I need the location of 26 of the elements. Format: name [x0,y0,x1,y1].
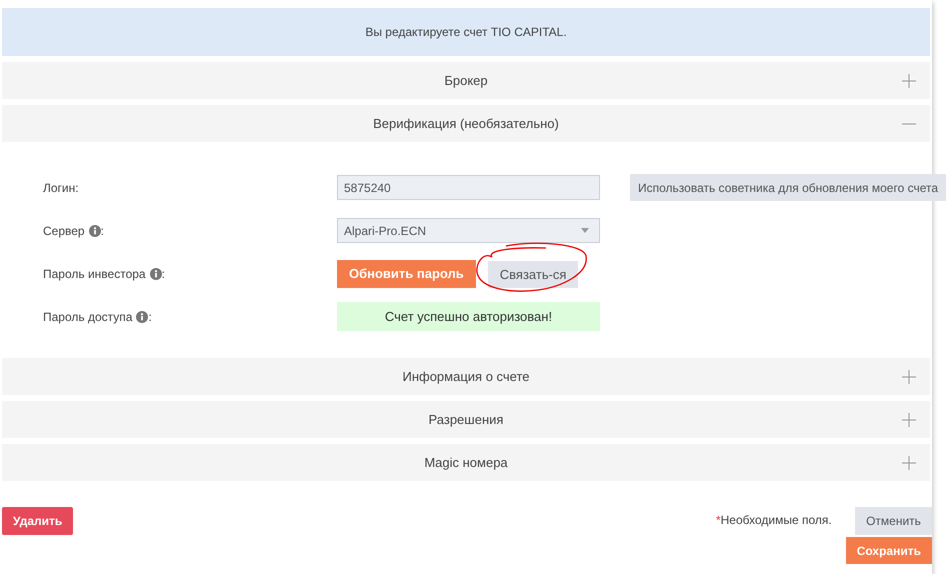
section-header[interactable]: Брокер [2,62,930,99]
section-header[interactable]: Разрешения [2,401,930,438]
delete-button[interactable]: Удалить [2,507,74,535]
status-message: Счет успешно авторизован! [337,302,600,331]
field-label: Сервер [43,224,85,238]
plus-icon[interactable] [902,370,916,384]
required-fields-note: *Необходимые поля. [716,513,832,529]
section-header[interactable]: Верификация (необязательно) [2,105,930,142]
label-colon: : [162,266,165,280]
login-field[interactable]: 5875240 [337,175,600,200]
server-select[interactable]: Alpari-Pro.ECN [337,218,600,243]
field-label: Пароль инвестора [43,266,146,280]
field-label: Логин: [43,180,79,194]
label-colon: : [148,310,152,324]
section-header[interactable]: Информация о счете [2,358,930,395]
caret-icon [581,228,589,233]
plus-icon[interactable] [902,413,916,427]
plus-icon[interactable] [902,456,916,470]
connect-button[interactable]: Связать-ся [488,260,578,288]
section-header[interactable]: Magic номера [2,444,930,481]
label-colon: : [100,224,104,238]
info-banner: Вы редактируете счет TIO CAPITAL. [2,8,930,56]
advisor-button[interactable]: Использовать советника для обновления моего счета [630,174,946,201]
cancel-button[interactable]: Отменить [855,507,932,535]
plus-icon[interactable] [902,74,916,88]
field-label: Пароль доступа [43,310,132,324]
